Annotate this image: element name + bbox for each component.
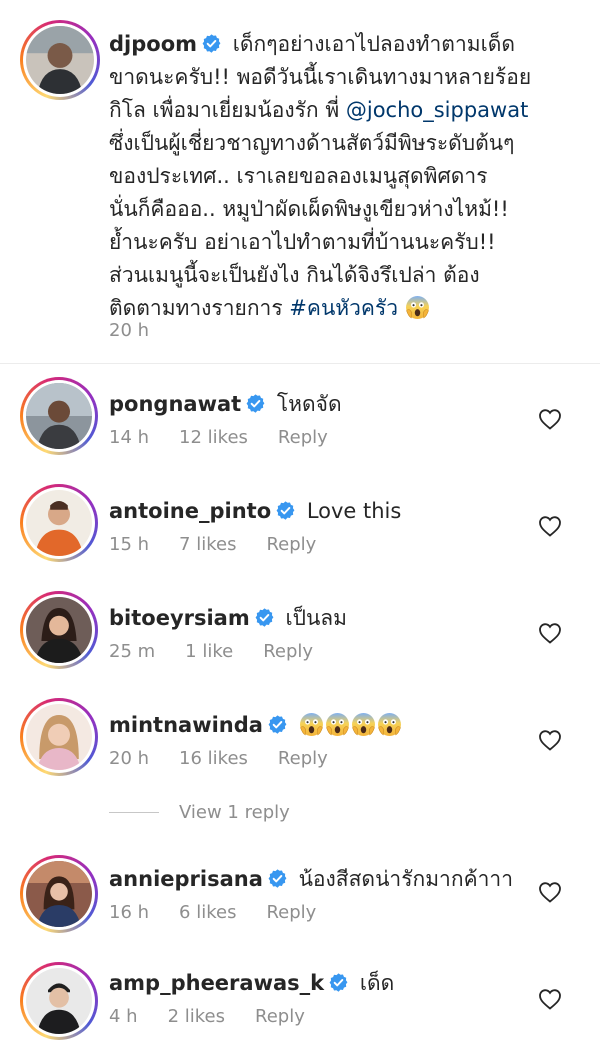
comment-meta: 25 m 1 like Reply	[109, 641, 343, 662]
comment-meta: 14 h 12 likes Reply	[109, 427, 358, 448]
heart-outline-icon[interactable]	[538, 408, 562, 430]
comment-meta: 16 h 6 likes Reply	[109, 902, 346, 923]
avatar[interactable]	[20, 484, 98, 562]
verified-badge-icon	[254, 607, 275, 628]
avatar-photo	[26, 704, 92, 770]
avatar-photo	[26, 597, 92, 663]
likes-count[interactable]: 7 likes	[179, 534, 236, 555]
caption-line: ซึ่งเป็นผู้เชี่ยวชาญทางด้านสัตว์มีพิษระด…	[109, 131, 515, 155]
caption-text: djpoom เด็กๆอย่างเอาไปลองทำตามเด็ด ขาดนะ…	[109, 28, 580, 325]
comment-emoji-row	[299, 713, 403, 737]
comment-body: เป็นลม	[285, 606, 348, 630]
reply-button[interactable]: Reply	[278, 748, 328, 769]
hashtag-link[interactable]: #คนหัวครัว	[289, 296, 398, 320]
likes-count[interactable]: 6 likes	[179, 902, 236, 923]
comment-time: 20 h	[109, 748, 150, 769]
avatar[interactable]	[20, 855, 98, 933]
avatar-photo	[26, 861, 92, 927]
face-screaming-in-fear-emoji	[351, 712, 376, 737]
comment-meta: 20 h 16 likes Reply	[109, 748, 358, 769]
caption-line: ขาดนะครับ!! พอดีวันนี้เราเดินทางมาหลายร้…	[109, 65, 532, 89]
comment-item: annieprisana น้องสีสดน่ารักมากค้าาา 16 h…	[0, 853, 600, 943]
caption-line: ย้ำนะครับ อย่าเอาไปทำตามที่บ้านนะครับ!!	[109, 230, 496, 254]
comment-text: antoine_pinto Love this	[109, 495, 540, 528]
avatar[interactable]	[20, 377, 98, 455]
reply-button[interactable]: Reply	[263, 641, 313, 662]
avatar-photo	[26, 26, 94, 94]
caption-line: นั่นก็คือออ.. หมูป่าผัดเผ็ดพิษงูเขียวห่า…	[109, 197, 509, 221]
comment-username[interactable]: annieprisana	[109, 867, 263, 891]
comment-text: bitoeyrsiam เป็นลม	[109, 602, 540, 635]
comment-username[interactable]: bitoeyrsiam	[109, 606, 250, 630]
comment-body: โหดจัด	[276, 392, 342, 416]
caption-time: 20 h	[109, 320, 150, 341]
comment-username[interactable]: pongnawat	[109, 392, 241, 416]
comment-body: เด็ด	[359, 971, 395, 995]
comment-meta: 4 h 2 likes Reply	[109, 1006, 335, 1027]
likes-count[interactable]: 1 like	[185, 641, 233, 662]
mention-link[interactable]: @jocho_sippawat	[346, 98, 528, 122]
heart-outline-icon[interactable]	[538, 622, 562, 644]
likes-count[interactable]: 12 likes	[179, 427, 248, 448]
caption-line: เด็กๆอย่างเอาไปลองทำตามเด็ด	[232, 32, 516, 56]
comment-item: pongnawat โหดจัด 14 h 12 likes Reply	[0, 375, 600, 465]
avatar[interactable]	[20, 962, 98, 1040]
caption-username[interactable]: djpoom	[109, 32, 197, 56]
comment-body: Love this	[306, 499, 402, 523]
comment-item: bitoeyrsiam เป็นลม 25 m 1 like Reply	[0, 589, 600, 679]
heart-outline-icon[interactable]	[538, 881, 562, 903]
avatar-photo	[26, 383, 92, 449]
face-screaming-in-fear-emoji	[299, 712, 324, 737]
avatar-photo	[26, 490, 92, 556]
comment-text: amp_pheerawas_k เด็ด	[109, 967, 540, 1000]
comment-text: pongnawat โหดจัด	[109, 388, 540, 421]
comment-item: mintnawinda 20 h 16 likes Reply	[0, 696, 600, 786]
view-replies-label: View 1 reply	[179, 802, 290, 823]
avatar[interactable]	[20, 20, 100, 100]
face-screaming-in-fear-emoji	[405, 295, 430, 320]
heart-outline-icon[interactable]	[538, 729, 562, 751]
verified-badge-icon	[267, 868, 288, 889]
comment-time: 4 h	[109, 1006, 138, 1027]
verified-badge-icon	[245, 393, 266, 414]
comment-username[interactable]: mintnawinda	[109, 713, 263, 737]
comment-time: 25 m	[109, 641, 156, 662]
verified-badge-icon	[201, 33, 222, 54]
avatar-photo	[26, 968, 92, 1034]
reply-button[interactable]: Reply	[255, 1006, 305, 1027]
view-replies-button[interactable]: View 1 reply	[109, 802, 290, 823]
comment-body: น้องสีสดน่ารักมากค้าาา	[298, 867, 513, 891]
comment-username[interactable]: antoine_pinto	[109, 499, 271, 523]
reply-button[interactable]: Reply	[278, 427, 328, 448]
reply-button[interactable]: Reply	[266, 902, 316, 923]
comment-username[interactable]: amp_pheerawas_k	[109, 971, 324, 995]
verified-badge-icon	[275, 500, 296, 521]
comment-text: annieprisana น้องสีสดน่ารักมากค้าาา	[109, 863, 540, 896]
comment-item: antoine_pinto Love this 15 h 7 likes Rep…	[0, 482, 600, 572]
caption-line: ส่วนเมนูนี้จะเป็นยังไง กินได้จิงรึเปล่า …	[109, 263, 480, 287]
comment-text: mintnawinda	[109, 709, 540, 742]
face-screaming-in-fear-emoji	[377, 712, 402, 737]
comment-time: 14 h	[109, 427, 150, 448]
reply-button[interactable]: Reply	[266, 534, 316, 555]
comment-item: amp_pheerawas_k เด็ด 4 h 2 likes Reply	[0, 960, 600, 1045]
likes-count[interactable]: 16 likes	[179, 748, 248, 769]
caption-line: ติดตามทางรายการ	[109, 296, 283, 320]
comment-meta: 15 h 7 likes Reply	[109, 534, 346, 555]
heart-outline-icon[interactable]	[538, 515, 562, 537]
caption-line: กิโล เพื่อมาเยี่ยมน้องรัก พี่	[109, 98, 340, 122]
heart-outline-icon[interactable]	[538, 988, 562, 1010]
divider	[109, 812, 159, 813]
avatar[interactable]	[20, 591, 98, 669]
caption-meta: 20 h	[109, 320, 179, 341]
comment-time: 16 h	[109, 902, 150, 923]
post-caption: djpoom เด็กๆอย่างเอาไปลองทำตามเด็ด ขาดนะ…	[0, 0, 600, 364]
face-screaming-in-fear-emoji	[325, 712, 350, 737]
caption-line: ของประเทศ.. เราเลยขอลองเมนูสุดพิศดาร	[109, 164, 488, 188]
likes-count[interactable]: 2 likes	[168, 1006, 225, 1027]
verified-badge-icon	[328, 972, 349, 993]
avatar[interactable]	[20, 698, 98, 776]
comment-time: 15 h	[109, 534, 150, 555]
verified-badge-icon	[267, 714, 288, 735]
